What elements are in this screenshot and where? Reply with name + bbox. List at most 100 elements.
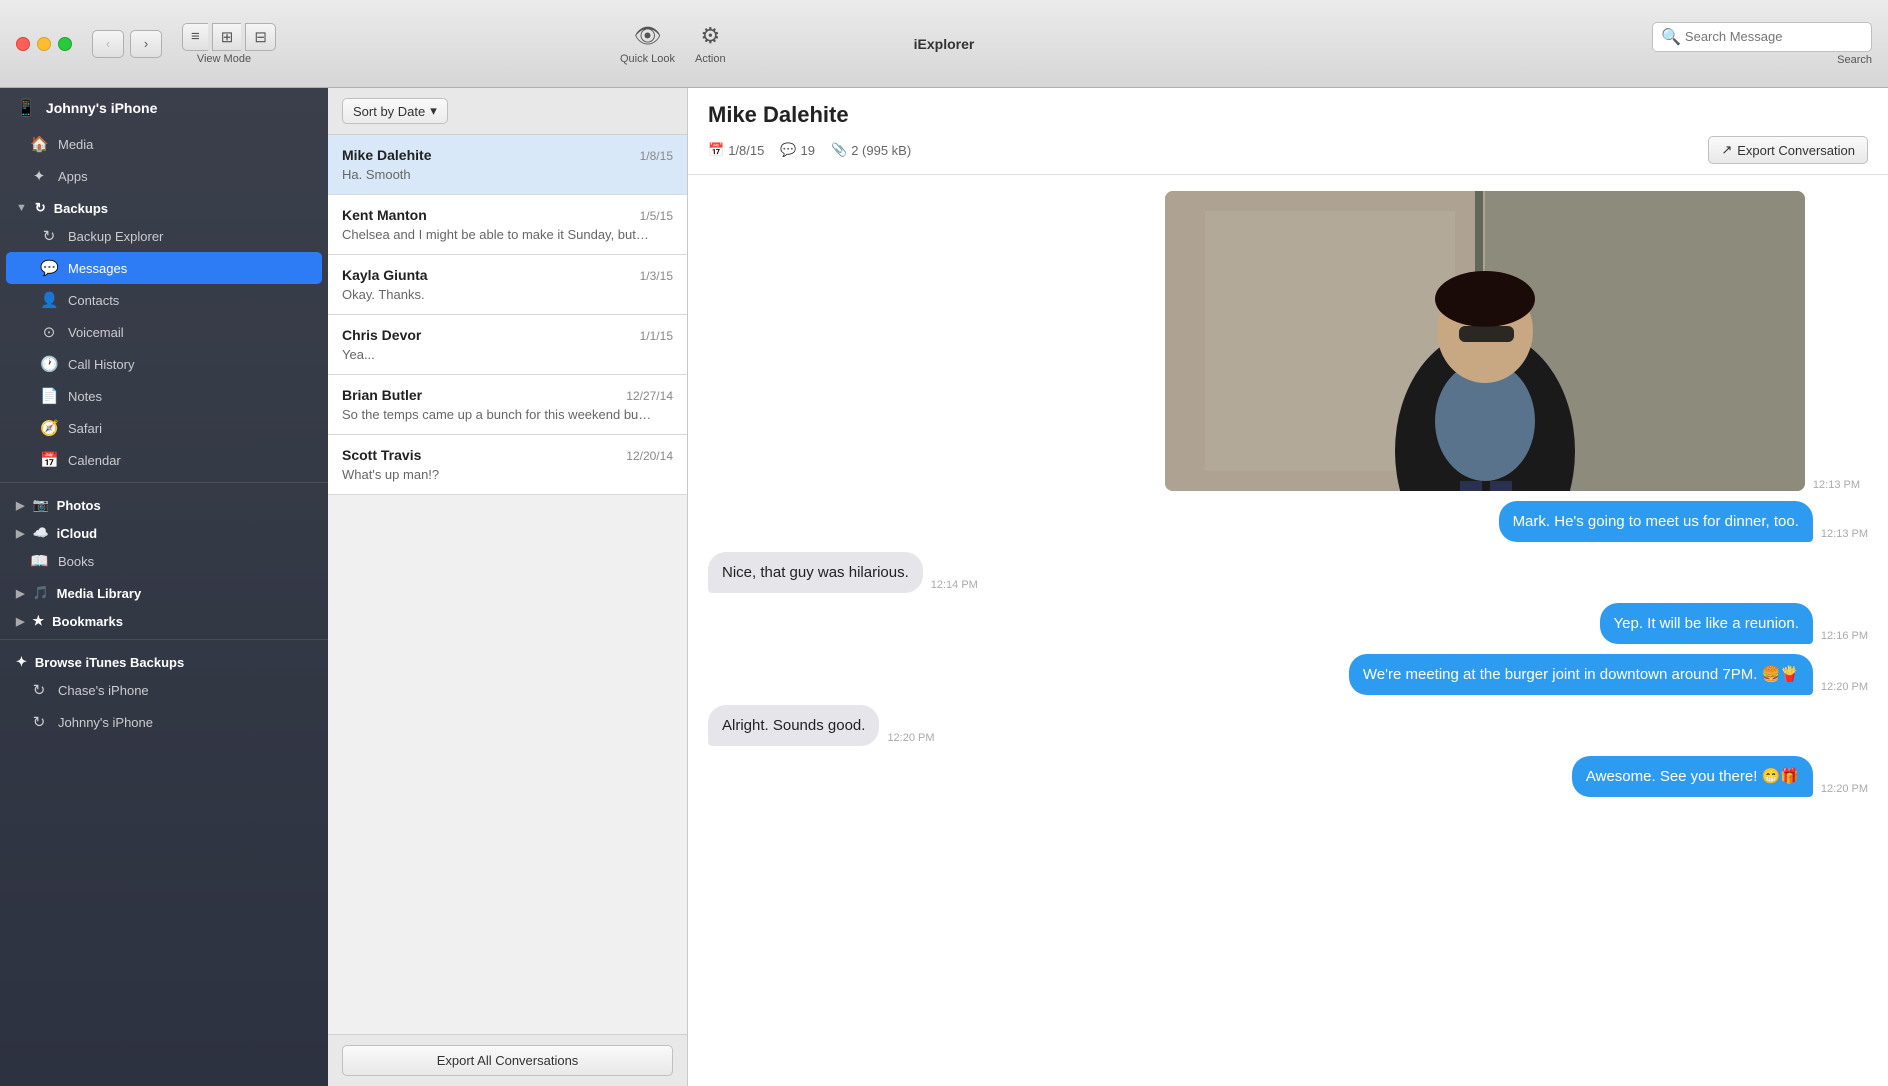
meta-messages: 💬 19	[780, 142, 815, 158]
icon-view-button[interactable]: ⊟	[245, 23, 276, 51]
contacts-icon: 👤	[40, 291, 58, 309]
messages-icon: 💬	[40, 259, 58, 277]
sidebar-item-chase-iphone[interactable]: ↻ Chase's iPhone	[0, 674, 328, 706]
list-view-button[interactable]: ≡	[182, 23, 208, 51]
message-row: 12:16 PM Yep. It will be like a reunion.	[708, 603, 1868, 644]
calendar-icon: 📅	[40, 451, 58, 469]
sidebar-item-icloud[interactable]: ▶ ☁️ iCloud	[0, 517, 328, 545]
sidebar-item-backup-explorer[interactable]: ↻ Backup Explorer	[0, 220, 328, 252]
device-name: Johnny's iPhone	[46, 100, 157, 116]
list-item[interactable]: Kent Manton 1/5/15 Chelsea and I might b…	[328, 195, 687, 255]
msg-preview: Yea...	[342, 347, 652, 362]
contact-name: Mike Dalehite	[708, 102, 1868, 128]
sidebar-item-safari[interactable]: 🧭 Safari	[0, 412, 328, 444]
search-input-wrap: 🔍	[1652, 22, 1872, 52]
message-bubble-incoming: Alright. Sounds good.	[708, 705, 879, 746]
sidebar-label-johnny-iphone2: Johnny's iPhone	[58, 715, 153, 730]
msg-item-header: Chris Devor 1/1/15	[342, 327, 673, 343]
search-input[interactable]	[1685, 29, 1863, 44]
list-item[interactable]: Kayla Giunta 1/3/15 Okay. Thanks.	[328, 255, 687, 315]
sidebar-item-contacts[interactable]: 👤 Contacts	[0, 284, 328, 316]
sidebar-label-messages: Messages	[68, 261, 127, 276]
sidebar-label-browse-backups: Browse iTunes Backups	[35, 655, 184, 670]
sidebar-label-apps: Apps	[58, 169, 88, 184]
msg-item-header: Kent Manton 1/5/15	[342, 207, 673, 223]
conversation-header: Mike Dalehite 📅 1/8/15 💬 19 📎 2 (995 kB)…	[688, 88, 1888, 175]
music-icon: 🎵	[32, 585, 48, 601]
meta-date: 📅 1/8/15	[708, 142, 764, 158]
sidebar-item-backups[interactable]: ▼ ↻ Backups	[0, 192, 328, 220]
expand-icon-photos: ▶	[16, 499, 24, 512]
msg-name: Brian Butler	[342, 387, 422, 403]
backup-explorer-icon: ↻	[40, 227, 58, 245]
eye-icon: 👁	[634, 23, 662, 49]
sidebar-item-voicemail[interactable]: ⊙ Voicemail	[0, 316, 328, 348]
action-button[interactable]: ⚙ Action	[695, 23, 726, 65]
search-label: Search	[1837, 54, 1872, 66]
sidebar-label-chase-iphone: Chase's iPhone	[58, 683, 149, 698]
sidebar-label-notes: Notes	[68, 389, 102, 404]
list-item[interactable]: Scott Travis 12/20/14 What's up man!?	[328, 435, 687, 495]
bubble-time: 12:13 PM	[1821, 528, 1868, 542]
back-button[interactable]: ‹	[92, 30, 124, 58]
sidebar-label-safari: Safari	[68, 421, 102, 436]
photo-message	[1165, 191, 1805, 491]
sidebar-label-icloud: iCloud	[57, 526, 97, 541]
sidebar-label-photos: Photos	[57, 498, 101, 513]
sidebar-item-bookmarks[interactable]: ▶ ★ Bookmarks	[0, 605, 328, 633]
meta-date-value: 1/8/15	[728, 143, 764, 158]
quick-look-label: Quick Look	[620, 53, 675, 65]
message-list-footer: Export All Conversations	[328, 1034, 687, 1086]
sidebar-item-books[interactable]: 📖 Books	[0, 545, 328, 577]
expand-icon: ▼	[16, 202, 27, 214]
bookmark-icon: ★	[32, 613, 44, 629]
msg-item-header: Kayla Giunta 1/3/15	[342, 267, 673, 283]
list-item[interactable]: Mike Dalehite 1/8/15 Ha. Smooth	[328, 135, 687, 195]
sort-button[interactable]: Sort by Date ▾	[342, 98, 448, 124]
sidebar-label-call-history: Call History	[68, 357, 134, 372]
toolbar-actions: 👁 Quick Look ⚙ Action	[620, 23, 726, 65]
itunes-backup-icon: ✦	[16, 654, 27, 670]
sidebar-item-media[interactable]: 🏠 Media	[0, 128, 328, 160]
traffic-lights	[16, 37, 72, 51]
maximize-button[interactable]	[58, 37, 72, 51]
column-view-button[interactable]: ⊞	[212, 23, 242, 51]
msg-preview: Okay. Thanks.	[342, 287, 652, 302]
safari-icon: 🧭	[40, 419, 58, 437]
sidebar-item-apps[interactable]: ✦ Apps	[0, 160, 328, 192]
list-item[interactable]: Brian Butler 12/27/14 So the temps came …	[328, 375, 687, 435]
export-conversation-button[interactable]: ↗ Export Conversation	[1708, 136, 1868, 164]
meta-attachment-count: 2 (995 kB)	[851, 143, 911, 158]
apps-icon: ✦	[30, 167, 48, 185]
sidebar-item-photos[interactable]: ▶ 📷 Photos	[0, 489, 328, 517]
meta-message-count: 19	[801, 143, 815, 158]
minimize-button[interactable]	[37, 37, 51, 51]
message-bubble-incoming: Nice, that guy was hilarious.	[708, 552, 923, 593]
sidebar-item-messages[interactable]: 💬 Messages	[6, 252, 322, 284]
sidebar-item-call-history[interactable]: 🕐 Call History	[0, 348, 328, 380]
calendar-meta-icon: 📅	[708, 142, 724, 158]
sidebar-label-contacts: Contacts	[68, 293, 119, 308]
browse-itunes-backups-section[interactable]: ✦ Browse iTunes Backups	[0, 646, 328, 674]
sidebar-item-media-library[interactable]: ▶ 🎵 Media Library	[0, 577, 328, 605]
export-icon: ↗	[1721, 142, 1732, 158]
list-item[interactable]: Chris Devor 1/1/15 Yea...	[328, 315, 687, 375]
notes-icon: 📄	[40, 387, 58, 405]
message-row: 12:20 PM We're meeting at the burger joi…	[708, 654, 1868, 695]
view-mode-label: View Mode	[197, 53, 251, 65]
msg-name: Mike Dalehite	[342, 147, 431, 163]
bubble-time: 12:20 PM	[887, 732, 934, 746]
msg-preview: What's up man!?	[342, 467, 652, 482]
action-label: Action	[695, 53, 726, 65]
quick-look-button[interactable]: 👁 Quick Look	[620, 23, 675, 65]
sort-label: Sort by Date	[353, 104, 425, 119]
sidebar-divider-1	[0, 482, 328, 483]
sidebar-item-calendar[interactable]: 📅 Calendar	[0, 444, 328, 476]
forward-button[interactable]: ›	[130, 30, 162, 58]
sidebar-item-johnny-iphone2[interactable]: ↻ Johnny's iPhone	[0, 706, 328, 738]
close-button[interactable]	[16, 37, 30, 51]
device-icon-chase: ↻	[30, 681, 48, 699]
sidebar: 📱 Johnny's iPhone 🏠 Media ✦ Apps ▼ ↻ Bac…	[0, 88, 328, 1086]
export-all-button[interactable]: Export All Conversations	[342, 1045, 673, 1076]
sidebar-item-notes[interactable]: 📄 Notes	[0, 380, 328, 412]
